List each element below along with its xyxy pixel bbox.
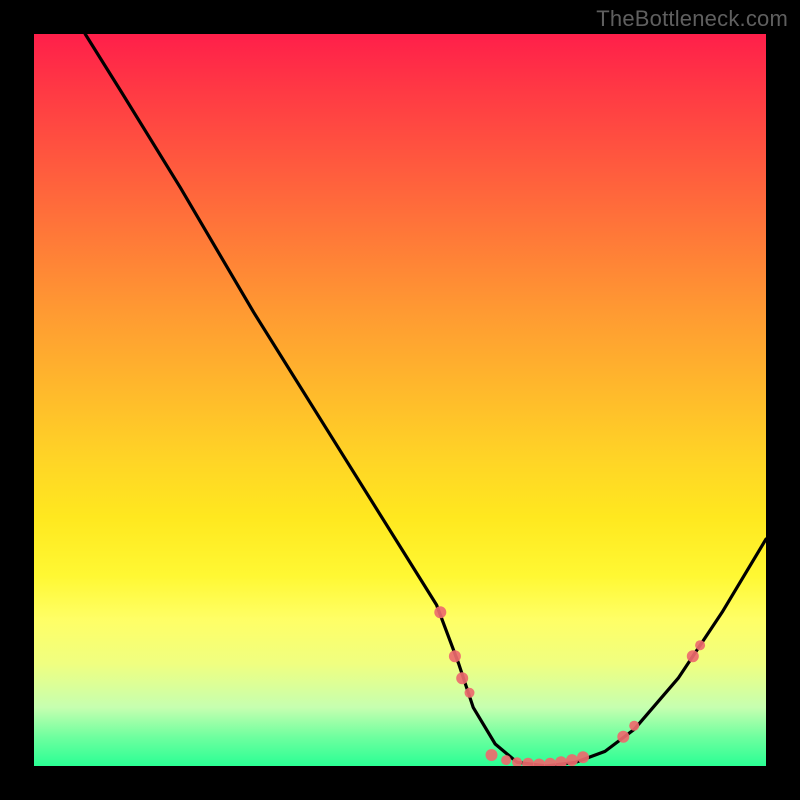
watermark-text: TheBottleneck.com — [596, 6, 788, 32]
data-markers — [434, 606, 705, 766]
chart-svg — [34, 34, 766, 766]
plot-area — [34, 34, 766, 766]
curve-line — [85, 34, 766, 766]
chart-container: TheBottleneck.com — [0, 0, 800, 800]
